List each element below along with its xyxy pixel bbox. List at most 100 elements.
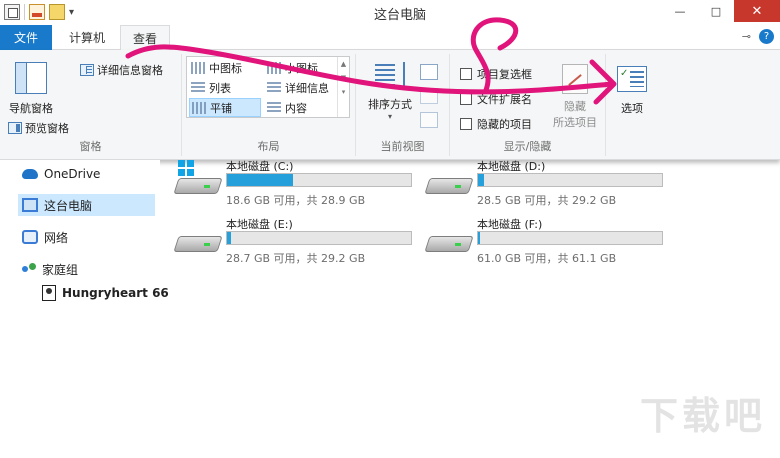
- layout-item-small-icons[interactable]: 小图标: [265, 58, 318, 77]
- drive-tile-d[interactable]: 本地磁盘 (D:) 28.5 GB 可用，共 29.2 GB: [424, 158, 675, 214]
- drive-usage-bar: [226, 173, 412, 187]
- add-columns-icon[interactable]: [420, 88, 438, 104]
- quick-access-toolbar: ▾: [4, 3, 74, 21]
- nav-item-this-pc[interactable]: 这台电脑: [18, 194, 155, 216]
- tab-view[interactable]: 查看: [120, 25, 170, 51]
- layout-item-details[interactable]: 详细信息: [265, 78, 329, 97]
- size-columns-icon[interactable]: [420, 112, 438, 128]
- ribbon-tab-bar: 文件 计算机 查看 ⊸ ?: [0, 25, 780, 51]
- watermark-logo: 下载吧: [640, 394, 767, 438]
- file-extensions-label: 文件扩展名: [477, 93, 532, 106]
- group-label-show-hide: 显示/隐藏: [503, 140, 552, 153]
- drive-name: 本地磁盘 (D:): [477, 160, 546, 173]
- preview-pane-icon: [8, 122, 22, 134]
- nav-item-onedrive[interactable]: OneDrive: [22, 163, 100, 185]
- drive-usage-fill: [227, 232, 231, 244]
- system-menu-icon[interactable]: [4, 4, 20, 20]
- nav-item-network[interactable]: 网络: [22, 226, 68, 248]
- item-checkboxes-checkbox[interactable]: [460, 68, 472, 80]
- details-pane-icon: [80, 64, 94, 76]
- expand-ribbon-icon[interactable]: ⊸: [742, 30, 751, 43]
- new-folder-icon[interactable]: [49, 4, 65, 20]
- layout-gallery: 中图标 小图标 列表 详细信息 平铺 内容 ▲ ▼ ▾: [186, 56, 350, 118]
- options-button[interactable]: 选项: [610, 66, 654, 116]
- drive-usage-bar: [226, 231, 412, 245]
- computer-icon: [22, 198, 38, 212]
- nav-label: 家庭组: [42, 262, 79, 277]
- layout-item-label: 平铺: [210, 101, 232, 115]
- tab-file[interactable]: 文件: [0, 25, 52, 50]
- options-label: 选项: [621, 102, 643, 115]
- group-label-panes: 窗格: [79, 140, 102, 153]
- scroll-down-icon[interactable]: ▼: [341, 74, 346, 82]
- nav-item-user[interactable]: Hungryheart 66: [42, 282, 169, 304]
- nav-pane-button[interactable]: 导航窗格: [4, 62, 58, 116]
- drive-name: 本地磁盘 (F:): [477, 218, 543, 231]
- navigation-pane: OneDrive 这台电脑 网络 家庭组 Hungryheart 66: [0, 160, 169, 458]
- minimize-button[interactable]: —: [662, 0, 698, 22]
- nav-label: 这台电脑: [44, 198, 93, 213]
- drive-capacity: 61.0 GB 可用，共 61.1 GB: [477, 252, 617, 265]
- maximize-button[interactable]: □: [698, 0, 734, 22]
- properties-icon[interactable]: [29, 4, 45, 20]
- drive-tile-f[interactable]: 本地磁盘 (F:) 61.0 GB 可用，共 61.1 GB: [424, 216, 675, 272]
- ribbon: 导航窗格 详细信息窗格 预览窗格 窗格 布局 中图标 小图标 列表 详细信息 平…: [0, 50, 780, 160]
- nav-item-homegroup[interactable]: 家庭组: [22, 258, 78, 280]
- medium-icons-icon: [191, 61, 205, 74]
- layout-item-label: 内容: [285, 101, 307, 115]
- layout-item-label: 中图标: [209, 61, 242, 75]
- layout-item-medium-icons[interactable]: 中图标: [189, 58, 242, 77]
- group-by-icon[interactable]: [420, 64, 438, 80]
- drive-capacity: 28.7 GB 可用，共 29.2 GB: [226, 252, 366, 265]
- drive-tile-c[interactable]: 本地磁盘 (C:) 18.6 GB 可用，共 28.9 GB: [173, 158, 424, 214]
- preview-pane-button[interactable]: 预览窗格: [8, 120, 69, 136]
- ribbon-right-controls: ⊸ ?: [742, 29, 774, 44]
- close-button[interactable]: ✕: [734, 0, 780, 22]
- layout-item-label: 小图标: [285, 61, 318, 75]
- layout-gallery-scroll[interactable]: ▲ ▼ ▾: [337, 57, 349, 117]
- tab-computer[interactable]: 计算机: [56, 25, 118, 50]
- cloud-icon: [22, 169, 38, 179]
- drive-name: 本地磁盘 (C:): [226, 160, 294, 173]
- sort-by-button[interactable]: 排序方式 ▾: [362, 62, 418, 121]
- gallery-expand-icon[interactable]: ▾: [342, 88, 346, 96]
- content-icon: [267, 101, 281, 114]
- layout-item-content[interactable]: 内容: [265, 98, 307, 117]
- nav-label: Hungryheart 66: [62, 286, 169, 300]
- group-label-current-view: 当前视图: [380, 140, 425, 153]
- group-panes: 导航窗格 详细信息窗格 预览窗格 窗格: [0, 54, 182, 156]
- drive-tile-e[interactable]: 本地磁盘 (E:) 28.7 GB 可用，共 29.2 GB: [173, 216, 424, 272]
- hide-selected-button[interactable]: 隐藏 所选项目: [546, 64, 604, 130]
- hide-selected-label-1: 隐藏: [564, 100, 586, 113]
- nav-label: 网络: [44, 230, 69, 245]
- hidden-items-checkbox[interactable]: [460, 118, 472, 130]
- drive-capacity: 18.6 GB 可用，共 28.9 GB: [226, 194, 366, 207]
- layout-item-label: 列表: [209, 81, 231, 95]
- hard-drive-icon: [173, 230, 223, 256]
- navigation-pane-icon: [15, 62, 47, 94]
- file-extensions-toggle[interactable]: 文件扩展名: [460, 91, 532, 107]
- small-icons-icon: [267, 61, 281, 74]
- item-checkboxes-toggle[interactable]: 项目复选框: [460, 66, 532, 82]
- user-icon: [42, 285, 56, 301]
- details-pane-button[interactable]: 详细信息窗格: [80, 62, 163, 78]
- hidden-items-toggle[interactable]: 隐藏的项目: [460, 116, 532, 132]
- customize-toolbar-arrow-icon[interactable]: ▾: [69, 7, 74, 18]
- drive-usage-bar: [477, 173, 663, 187]
- drive-usage-fill: [478, 174, 484, 186]
- file-extensions-checkbox[interactable]: [460, 93, 472, 105]
- sort-dropdown-arrow-icon: ▾: [387, 112, 392, 121]
- hard-drive-icon: [173, 160, 223, 198]
- watermark: 下载吧: [640, 396, 775, 454]
- layout-item-list[interactable]: 列表: [189, 78, 231, 97]
- window-controls: — □ ✕: [662, 0, 780, 22]
- group-options: 选项: [606, 54, 658, 156]
- nav-pane-label: 导航窗格: [9, 102, 53, 115]
- layout-item-tiles[interactable]: 平铺: [189, 98, 261, 117]
- windows-logo-icon: [178, 160, 194, 176]
- help-icon[interactable]: ?: [759, 29, 774, 44]
- list-icon: [191, 81, 205, 94]
- scroll-up-icon[interactable]: ▲: [341, 60, 346, 68]
- drive-name: 本地磁盘 (E:): [226, 218, 293, 231]
- details-pane-label: 详细信息窗格: [97, 64, 163, 77]
